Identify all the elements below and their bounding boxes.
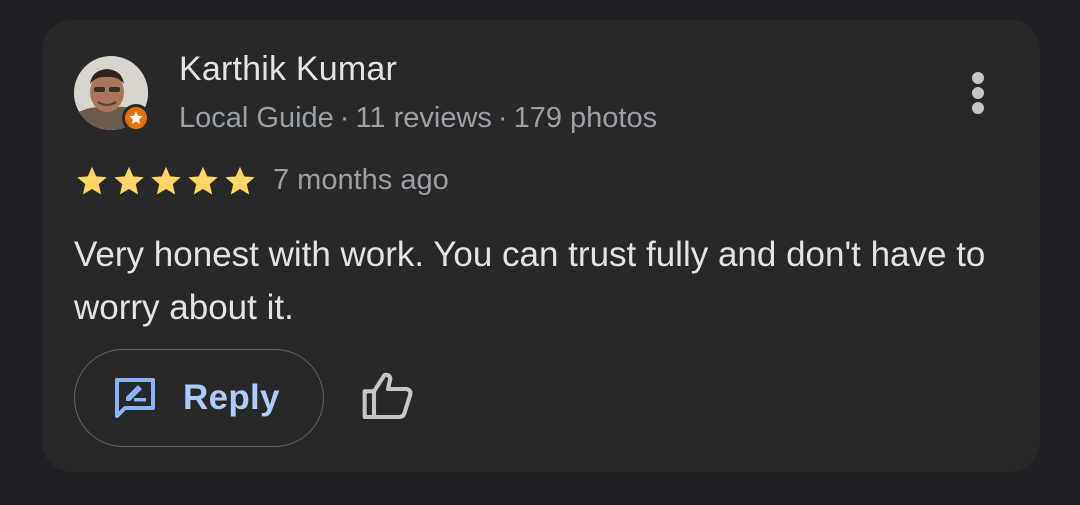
meta-separator: · bbox=[339, 102, 350, 134]
star-filled-icon bbox=[77, 166, 107, 195]
reply-label: Reply bbox=[183, 378, 280, 417]
reviewer-name[interactable]: Karthik Kumar bbox=[179, 50, 397, 89]
star-rating bbox=[74, 163, 258, 199]
star-filled-icon bbox=[114, 166, 144, 195]
more-dot bbox=[972, 87, 984, 99]
thumb-up-icon[interactable] bbox=[360, 368, 416, 424]
more-vert-icon[interactable] bbox=[956, 68, 1000, 118]
review-time: 7 months ago bbox=[273, 164, 449, 196]
avatar[interactable] bbox=[74, 56, 150, 132]
more-dot bbox=[972, 102, 984, 114]
meta-separator: · bbox=[497, 102, 508, 134]
star-filled-icon bbox=[225, 166, 255, 195]
reply-review-icon bbox=[115, 378, 155, 418]
reply-button[interactable]: Reply bbox=[74, 349, 324, 447]
review-card: Karthik Kumar Local Guide · 11 reviews · 179… bbox=[42, 20, 1040, 472]
local-guide-star-icon bbox=[122, 104, 150, 132]
star-filled-icon bbox=[151, 166, 181, 195]
star-filled-icon bbox=[188, 166, 218, 195]
more-dot bbox=[972, 72, 984, 84]
review-text: Very honest with work. You can trust ful… bbox=[74, 235, 986, 327]
review-count: 11 reviews bbox=[355, 102, 492, 134]
photo-count: 179 photos bbox=[513, 102, 658, 134]
local-guide-label: Local Guide bbox=[179, 102, 334, 134]
reviewer-meta[interactable]: Local Guide · 11 reviews · 179 photos bbox=[179, 102, 657, 135]
